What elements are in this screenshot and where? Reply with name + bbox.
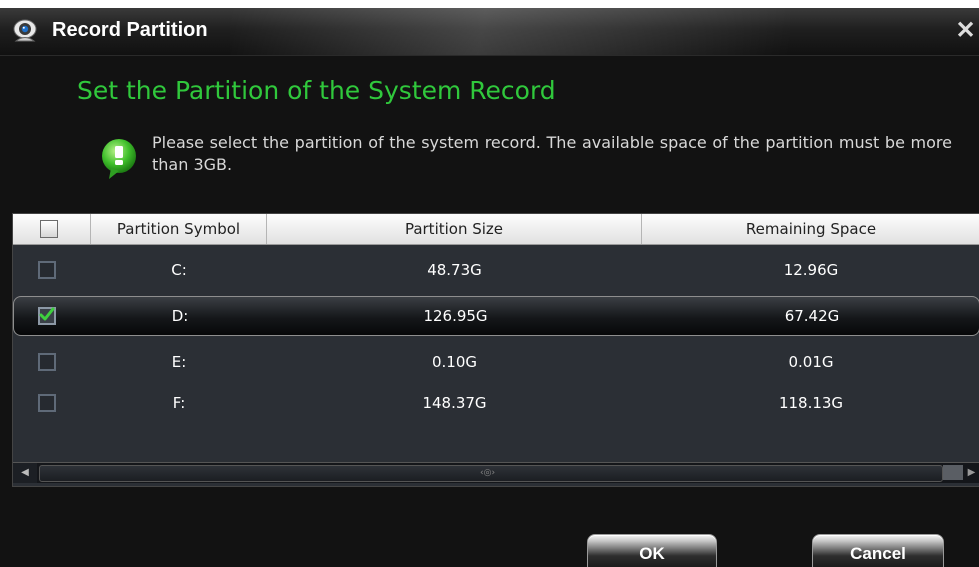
remaining-space: 118.13G	[778, 394, 844, 412]
partition-symbol: C:	[171, 261, 187, 279]
arrow-left-icon: ◀	[21, 467, 29, 478]
scrollbar-thumb[interactable]: ‹◎›	[39, 465, 943, 482]
select-all-cell	[13, 214, 91, 244]
title-bar[interactable]: Record Partition ✕	[0, 8, 979, 56]
remaining-space: 67.42G	[784, 307, 840, 325]
close-icon: ✕	[955, 17, 976, 44]
table-row[interactable]: F: 148.37G 118.13G	[13, 383, 979, 423]
partition-symbol: F:	[172, 394, 186, 412]
partition-size: 148.37G	[422, 394, 487, 412]
horizontal-scrollbar[interactable]: ◀ ‹◎› ▶	[13, 462, 979, 483]
cancel-button[interactable]: Cancel	[812, 534, 944, 567]
select-all-checkbox[interactable]	[40, 220, 58, 238]
table-row[interactable]: E: 0.10G 0.01G	[13, 342, 979, 382]
info-bubble-icon	[102, 139, 136, 179]
close-button[interactable]: ✕	[952, 16, 979, 46]
scroll-left-button[interactable]: ◀	[13, 463, 37, 483]
partition-size: 48.73G	[427, 261, 482, 279]
table-row[interactable]: D: 126.95G 67.42G	[13, 296, 979, 336]
row-checkbox[interactable]	[38, 394, 56, 412]
title-sheen	[230, 8, 790, 55]
partition-symbol: D:	[171, 307, 189, 325]
scroll-right-button[interactable]: ▶	[963, 463, 979, 483]
dialog-title: Record Partition	[52, 19, 208, 41]
partition-table: Partition Symbol Partition Size Remainin…	[12, 213, 979, 487]
remaining-space: 12.96G	[783, 261, 839, 279]
partition-size: 0.10G	[431, 353, 478, 371]
partition-size: 126.95G	[423, 307, 488, 325]
arrow-right-icon: ▶	[967, 467, 976, 478]
table-header: Partition Symbol Partition Size Remainin…	[13, 214, 979, 245]
column-header-partition-size[interactable]: Partition Size	[267, 214, 642, 244]
scrollbar-track[interactable]	[943, 465, 963, 480]
page-heading: Set the Partition of the System Record	[77, 76, 556, 105]
row-checkbox[interactable]	[38, 353, 56, 371]
column-header-remaining-space[interactable]: Remaining Space	[642, 214, 979, 244]
partition-symbol: E:	[171, 353, 187, 371]
table-row[interactable]: C: 48.73G 12.96G	[13, 250, 979, 290]
record-partition-dialog: Record Partition ✕ Set the Partition of …	[0, 8, 979, 567]
row-checkbox[interactable]	[38, 307, 56, 325]
remaining-space: 0.01G	[788, 353, 834, 371]
row-checkbox[interactable]	[38, 261, 56, 279]
ok-button[interactable]: OK	[587, 534, 717, 567]
grip-icon: ‹◎›	[480, 468, 496, 478]
checkmark-icon	[39, 307, 55, 321]
info-message: Please select the partition of the syste…	[152, 133, 952, 174]
camera-icon	[13, 19, 37, 42]
column-header-partition-symbol[interactable]: Partition Symbol	[91, 214, 267, 244]
